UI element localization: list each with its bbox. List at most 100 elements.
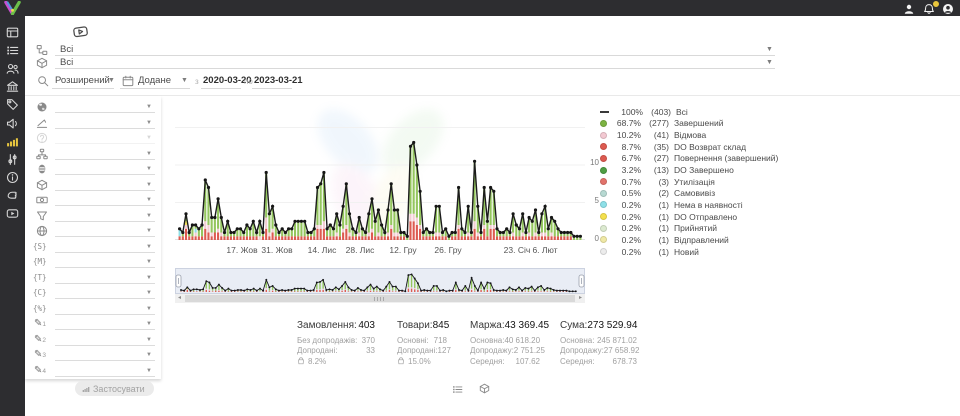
legend-dot-swatch [600,132,607,139]
legend-item[interactable]: 100%(403)Всі [600,106,782,118]
filter-field[interactable] [55,267,155,268]
sliders-icon[interactable] [6,153,19,166]
chevron-down-icon[interactable]: ▼ [146,259,152,265]
orders-chart: 17. Жов31. Жов14. Лис28. Лис12. Гру26. Г… [175,105,605,257]
filter-row-ramp: ▼ [25,116,161,131]
list-icon[interactable] [6,44,19,57]
legend-item[interactable]: 0.2%(1)Нема в наявності [600,199,782,211]
summary-subrow: Середня:107.62 [470,357,540,367]
notification-badge [932,0,940,8]
chevron-down-icon[interactable]: ▼ [181,77,188,84]
package-view-icon[interactable] [479,383,490,394]
legend-item[interactable]: 0.2%(1)Прийнятий [600,222,782,234]
apply-button[interactable]: Застосувати [75,381,154,396]
chevron-down-icon[interactable]: ▼ [146,306,152,312]
filter-field[interactable] [55,159,155,160]
legend-item[interactable]: 3.2%(13)DO Завершено [600,164,782,176]
chevron-down-icon[interactable]: ▼ [146,166,152,172]
legend-label: DO Отправлено [674,212,737,222]
filter-field[interactable] [55,345,155,346]
legend-dot-swatch [600,120,607,127]
scroll-right-arrow[interactable]: ▸ [576,294,585,303]
category-filter-value[interactable]: Всі [60,44,73,55]
scroll-left-arrow[interactable]: ◂ [175,294,184,303]
chevron-down-icon[interactable]: ▼ [766,46,773,53]
filter-field[interactable] [55,112,155,113]
legend-item[interactable]: 0.2%(1)Новий [600,246,782,258]
product-filter-field[interactable] [55,68,775,69]
chevron-down-icon[interactable]: ▼ [146,337,152,343]
chevron-down-icon[interactable]: ▼ [146,104,152,110]
legend-item[interactable]: 0.2%(1)Відправлений [600,234,782,246]
category-filter-field[interactable] [55,55,775,56]
filter-field[interactable] [55,190,155,191]
date-field-select[interactable]: Додане [138,75,171,86]
video-help-icon[interactable] [72,24,89,39]
user-icon[interactable] [903,2,915,14]
chevron-down-icon[interactable]: ▼ [146,197,152,203]
svg-text:28. Лис: 28. Лис [346,245,376,255]
y-axis-label: 10 [584,158,599,167]
filter-field[interactable] [55,128,155,129]
product-filter-value[interactable]: Всі [60,57,73,68]
chart-icon[interactable] [6,135,19,148]
chevron-down-icon[interactable]: ▼ [146,213,152,219]
chevron-down-icon[interactable]: ▼ [146,120,152,126]
chevron-down-icon[interactable]: ▼ [766,59,773,66]
chevron-down-icon[interactable]: ▼ [146,244,152,250]
legend-item[interactable]: 8.7%(35)DO Возврат склад [600,141,782,153]
chart-navigator[interactable] [175,268,585,294]
search-mode-select[interactable]: Розширений [55,75,110,86]
summary-title: Товари:845 [397,320,447,331]
navigator-handle[interactable] [176,275,181,287]
svg-text:17. Жов: 17. Жов [226,245,258,255]
filter-field[interactable] [55,252,155,253]
list-view-icon[interactable] [452,384,463,395]
legend-item[interactable]: 0.5%(2)Самовивіз [600,187,782,199]
chevron-down-icon[interactable]: ▼ [146,368,152,374]
filter-field[interactable] [55,143,155,144]
tag-icon[interactable] [6,98,19,111]
chevron-down-icon[interactable]: ▼ [146,151,152,157]
legend-label: Прийнятий [674,223,717,233]
chevron-down-icon[interactable]: ▼ [146,182,152,188]
bank-icon[interactable] [6,80,19,93]
info-icon[interactable] [6,171,19,184]
navigator-handle[interactable] [579,275,584,287]
chevron-down-icon[interactable]: ▼ [146,290,152,296]
filter-field[interactable] [55,329,155,330]
avatar[interactable] [942,2,954,14]
chevron-down-icon[interactable]: ▼ [146,135,152,141]
chevron-down-icon[interactable]: ▼ [146,352,152,358]
date-to-input[interactable]: 2023-03-21 [254,75,303,86]
legend-item[interactable]: 68.7%(277)Завершений [600,118,782,130]
summary-subrow: Основні:718 [397,336,447,346]
filter-field[interactable] [55,205,155,206]
filter-field[interactable] [55,174,155,175]
filter-field[interactable] [55,360,155,361]
video-icon[interactable] [6,207,19,220]
app-logo[interactable] [3,1,22,15]
filter-field[interactable] [55,236,155,237]
legend-item[interactable]: 0.7%(3)Утилізація [600,176,782,188]
bell-icon[interactable] [923,2,935,14]
legend-pct: 0.2% [611,223,641,233]
filter-field[interactable] [55,221,155,222]
legend-pct: 68.7% [611,118,641,128]
chevron-down-icon[interactable]: ▼ [146,321,152,327]
hand-icon[interactable] [6,189,19,202]
chevron-down-icon[interactable]: ▼ [146,275,152,281]
filter-field[interactable] [55,298,155,299]
filter-field[interactable] [55,376,155,377]
chevron-down-icon[interactable]: ▼ [146,228,152,234]
chevron-down-icon[interactable]: ▼ [108,77,115,84]
megaphone-icon[interactable] [6,117,19,130]
filter-field[interactable] [55,314,155,315]
filter-field[interactable] [55,283,155,284]
legend-item[interactable]: 10.2%(41)Відмова [600,129,782,141]
scrollbar-thumb[interactable] [185,295,575,302]
dashboard-icon[interactable] [6,26,19,39]
legend-item[interactable]: 6.7%(27)Повернення (завершений) [600,153,782,165]
users-icon[interactable] [6,62,19,75]
legend-item[interactable]: 0.2%(1)DO Отправлено [600,211,782,223]
